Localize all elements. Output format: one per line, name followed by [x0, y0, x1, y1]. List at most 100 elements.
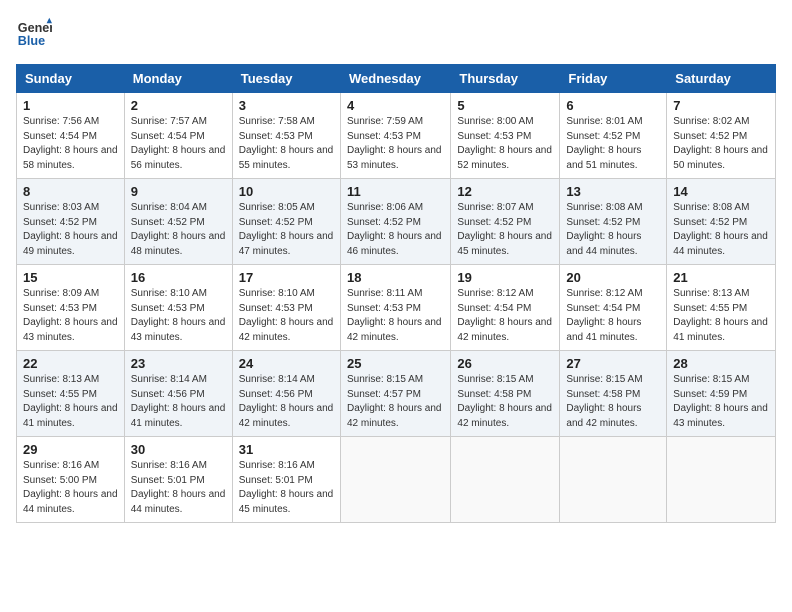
day-number: 12	[457, 184, 553, 199]
sunset-label: Sunset: 5:00 PM	[23, 475, 97, 486]
logo: General Blue	[16, 16, 52, 52]
day-number: 14	[673, 184, 769, 199]
sunset-label: Sunset: 4:57 PM	[347, 389, 421, 400]
daylight-label: Daylight: 8 hours and 42 minutes.	[347, 403, 442, 429]
svg-text:Blue: Blue	[18, 34, 45, 48]
sunset-label: Sunset: 4:53 PM	[131, 303, 205, 314]
sunrise-label: Sunrise: 7:57 AM	[131, 116, 207, 127]
sunset-label: Sunset: 4:53 PM	[239, 303, 313, 314]
day-info: Sunrise: 8:05 AM Sunset: 4:52 PM Dayligh…	[239, 201, 334, 259]
calendar-day-cell: 1 Sunrise: 7:56 AM Sunset: 4:54 PM Dayli…	[17, 93, 125, 179]
daylight-label: Daylight: 8 hours and 47 minutes.	[239, 231, 334, 257]
sunset-label: Sunset: 4:52 PM	[673, 217, 747, 228]
daylight-label: Daylight: 8 hours and 56 minutes.	[131, 145, 226, 171]
daylight-label: Daylight: 8 hours and 42 minutes.	[457, 403, 552, 429]
calendar-week-row: 8 Sunrise: 8:03 AM Sunset: 4:52 PM Dayli…	[17, 179, 776, 265]
daylight-label: Daylight: 8 hours and 42 minutes.	[566, 403, 641, 429]
day-number: 21	[673, 270, 769, 285]
calendar-day-cell: 16 Sunrise: 8:10 AM Sunset: 4:53 PM Dayl…	[124, 265, 232, 351]
sunrise-label: Sunrise: 8:16 AM	[239, 460, 315, 471]
calendar-day-cell: 9 Sunrise: 8:04 AM Sunset: 4:52 PM Dayli…	[124, 179, 232, 265]
calendar-day-cell: 13 Sunrise: 8:08 AM Sunset: 4:52 PM Dayl…	[560, 179, 667, 265]
sunrise-label: Sunrise: 8:01 AM	[566, 116, 642, 127]
day-of-week-header: Tuesday	[232, 65, 340, 93]
day-of-week-header: Saturday	[667, 65, 776, 93]
day-info: Sunrise: 8:11 AM Sunset: 4:53 PM Dayligh…	[347, 287, 444, 345]
day-number: 9	[131, 184, 226, 199]
day-info: Sunrise: 8:15 AM Sunset: 4:59 PM Dayligh…	[673, 373, 769, 431]
day-info: Sunrise: 8:07 AM Sunset: 4:52 PM Dayligh…	[457, 201, 553, 259]
daylight-label: Daylight: 8 hours and 43 minutes.	[673, 403, 768, 429]
calendar-day-cell: 6 Sunrise: 8:01 AM Sunset: 4:52 PM Dayli…	[560, 93, 667, 179]
day-info: Sunrise: 8:00 AM Sunset: 4:53 PM Dayligh…	[457, 115, 553, 173]
daylight-label: Daylight: 8 hours and 51 minutes.	[566, 145, 641, 171]
sunset-label: Sunset: 4:52 PM	[347, 217, 421, 228]
calendar-day-cell: 19 Sunrise: 8:12 AM Sunset: 4:54 PM Dayl…	[451, 265, 560, 351]
day-info: Sunrise: 8:12 AM Sunset: 4:54 PM Dayligh…	[457, 287, 553, 345]
daylight-label: Daylight: 8 hours and 53 minutes.	[347, 145, 442, 171]
calendar-day-cell: 23 Sunrise: 8:14 AM Sunset: 4:56 PM Dayl…	[124, 351, 232, 437]
daylight-label: Daylight: 8 hours and 52 minutes.	[457, 145, 552, 171]
day-info: Sunrise: 7:56 AM Sunset: 4:54 PM Dayligh…	[23, 115, 118, 173]
day-info: Sunrise: 8:14 AM Sunset: 4:56 PM Dayligh…	[131, 373, 226, 431]
sunset-label: Sunset: 4:55 PM	[23, 389, 97, 400]
daylight-label: Daylight: 8 hours and 43 minutes.	[131, 317, 226, 343]
day-info: Sunrise: 8:16 AM Sunset: 5:01 PM Dayligh…	[131, 459, 226, 517]
calendar-day-cell: 28 Sunrise: 8:15 AM Sunset: 4:59 PM Dayl…	[667, 351, 776, 437]
calendar-day-cell	[340, 437, 450, 523]
sunrise-label: Sunrise: 8:08 AM	[566, 202, 642, 213]
calendar-day-cell: 2 Sunrise: 7:57 AM Sunset: 4:54 PM Dayli…	[124, 93, 232, 179]
sunset-label: Sunset: 4:52 PM	[131, 217, 205, 228]
day-of-week-header: Sunday	[17, 65, 125, 93]
day-number: 30	[131, 442, 226, 457]
calendar-week-row: 22 Sunrise: 8:13 AM Sunset: 4:55 PM Dayl…	[17, 351, 776, 437]
calendar-day-cell	[667, 437, 776, 523]
sunrise-label: Sunrise: 8:15 AM	[347, 374, 423, 385]
daylight-label: Daylight: 8 hours and 45 minutes.	[239, 489, 334, 515]
sunset-label: Sunset: 4:52 PM	[566, 217, 640, 228]
day-number: 23	[131, 356, 226, 371]
day-of-week-header: Friday	[560, 65, 667, 93]
calendar-day-cell	[560, 437, 667, 523]
calendar-day-cell: 25 Sunrise: 8:15 AM Sunset: 4:57 PM Dayl…	[340, 351, 450, 437]
day-number: 19	[457, 270, 553, 285]
day-number: 18	[347, 270, 444, 285]
calendar-day-cell: 18 Sunrise: 8:11 AM Sunset: 4:53 PM Dayl…	[340, 265, 450, 351]
sunrise-label: Sunrise: 8:15 AM	[673, 374, 749, 385]
sunset-label: Sunset: 4:56 PM	[239, 389, 313, 400]
sunset-label: Sunset: 5:01 PM	[239, 475, 313, 486]
sunrise-label: Sunrise: 8:11 AM	[347, 288, 422, 299]
daylight-label: Daylight: 8 hours and 55 minutes.	[239, 145, 334, 171]
day-number: 8	[23, 184, 118, 199]
sunset-label: Sunset: 4:53 PM	[457, 131, 531, 142]
calendar-day-cell	[451, 437, 560, 523]
day-of-week-header: Wednesday	[340, 65, 450, 93]
sunset-label: Sunset: 4:53 PM	[347, 131, 421, 142]
sunrise-label: Sunrise: 7:58 AM	[239, 116, 315, 127]
day-info: Sunrise: 7:57 AM Sunset: 4:54 PM Dayligh…	[131, 115, 226, 173]
sunrise-label: Sunrise: 8:13 AM	[23, 374, 99, 385]
calendar-day-cell: 11 Sunrise: 8:06 AM Sunset: 4:52 PM Dayl…	[340, 179, 450, 265]
day-info: Sunrise: 8:06 AM Sunset: 4:52 PM Dayligh…	[347, 201, 444, 259]
sunrise-label: Sunrise: 8:07 AM	[457, 202, 533, 213]
day-of-week-header: Monday	[124, 65, 232, 93]
day-number: 13	[566, 184, 660, 199]
calendar-day-cell: 30 Sunrise: 8:16 AM Sunset: 5:01 PM Dayl…	[124, 437, 232, 523]
daylight-label: Daylight: 8 hours and 45 minutes.	[457, 231, 552, 257]
day-info: Sunrise: 8:15 AM Sunset: 4:57 PM Dayligh…	[347, 373, 444, 431]
daylight-label: Daylight: 8 hours and 44 minutes.	[673, 231, 768, 257]
sunset-label: Sunset: 4:58 PM	[457, 389, 531, 400]
calendar-day-cell: 3 Sunrise: 7:58 AM Sunset: 4:53 PM Dayli…	[232, 93, 340, 179]
sunset-label: Sunset: 4:56 PM	[131, 389, 205, 400]
day-number: 11	[347, 184, 444, 199]
daylight-label: Daylight: 8 hours and 58 minutes.	[23, 145, 118, 171]
sunrise-label: Sunrise: 8:06 AM	[347, 202, 423, 213]
sunset-label: Sunset: 4:52 PM	[566, 131, 640, 142]
sunset-label: Sunset: 4:54 PM	[131, 131, 205, 142]
day-number: 15	[23, 270, 118, 285]
sunrise-label: Sunrise: 8:05 AM	[239, 202, 315, 213]
day-info: Sunrise: 8:01 AM Sunset: 4:52 PM Dayligh…	[566, 115, 660, 173]
day-info: Sunrise: 7:59 AM Sunset: 4:53 PM Dayligh…	[347, 115, 444, 173]
sunset-label: Sunset: 4:52 PM	[673, 131, 747, 142]
calendar-day-cell: 8 Sunrise: 8:03 AM Sunset: 4:52 PM Dayli…	[17, 179, 125, 265]
